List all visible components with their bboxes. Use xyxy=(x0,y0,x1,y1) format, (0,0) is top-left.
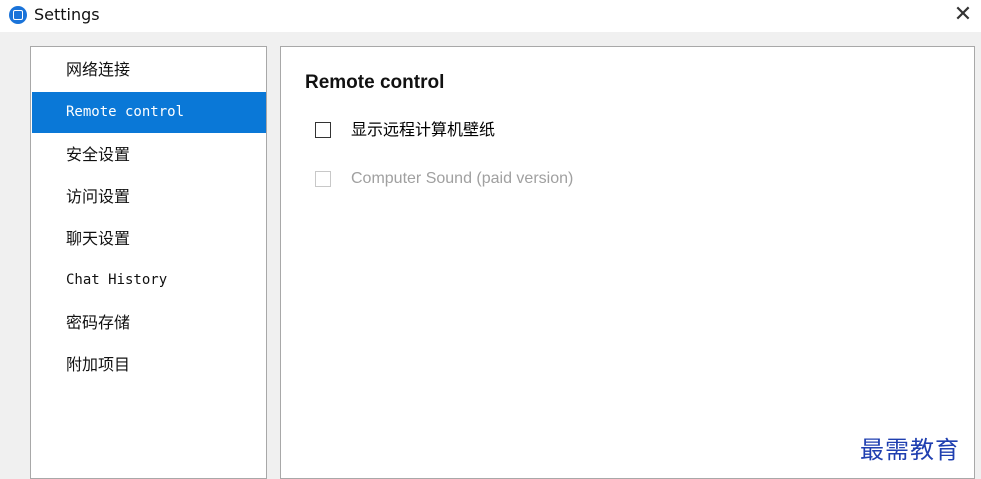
close-button[interactable]: ✕ xyxy=(951,2,975,28)
computer-sound-checkbox xyxy=(315,171,331,187)
app-logo-icon xyxy=(9,6,27,24)
show-remote-wallpaper-checkbox[interactable] xyxy=(315,122,331,138)
sidebar-item-access-settings[interactable]: 访问设置 xyxy=(32,176,266,217)
settings-sidebar: 网络连接 Remote control 安全设置 访问设置 聊天设置 Chat … xyxy=(30,46,267,479)
settings-content-panel: Remote control 显示远程计算机壁纸 Computer Sound … xyxy=(280,46,975,479)
window-title: Settings xyxy=(34,5,100,24)
sidebar-item-add-ons[interactable]: 附加项目 xyxy=(32,344,266,385)
sidebar-item-chat-history[interactable]: Chat History xyxy=(32,260,266,301)
sidebar-item-chat-settings[interactable]: 聊天设置 xyxy=(32,218,266,259)
sidebar-item-network-connection[interactable]: 网络连接 xyxy=(32,49,266,90)
title-bar: Settings ✕ xyxy=(0,0,981,32)
watermark-text: 最需教育 xyxy=(860,436,960,464)
computer-sound-label: Computer Sound (paid version) xyxy=(351,170,574,187)
sidebar-item-remote-control[interactable]: Remote control xyxy=(32,92,266,133)
sidebar-item-security-settings[interactable]: 安全设置 xyxy=(32,134,266,175)
settings-window: Settings ✕ 网络连接 Remote control 安全设置 访问设置… xyxy=(0,0,981,479)
sidebar-item-password-storage[interactable]: 密码存储 xyxy=(32,302,266,343)
show-remote-wallpaper-label: 显示远程计算机壁纸 xyxy=(351,120,496,139)
section-title: Remote control xyxy=(305,72,445,93)
